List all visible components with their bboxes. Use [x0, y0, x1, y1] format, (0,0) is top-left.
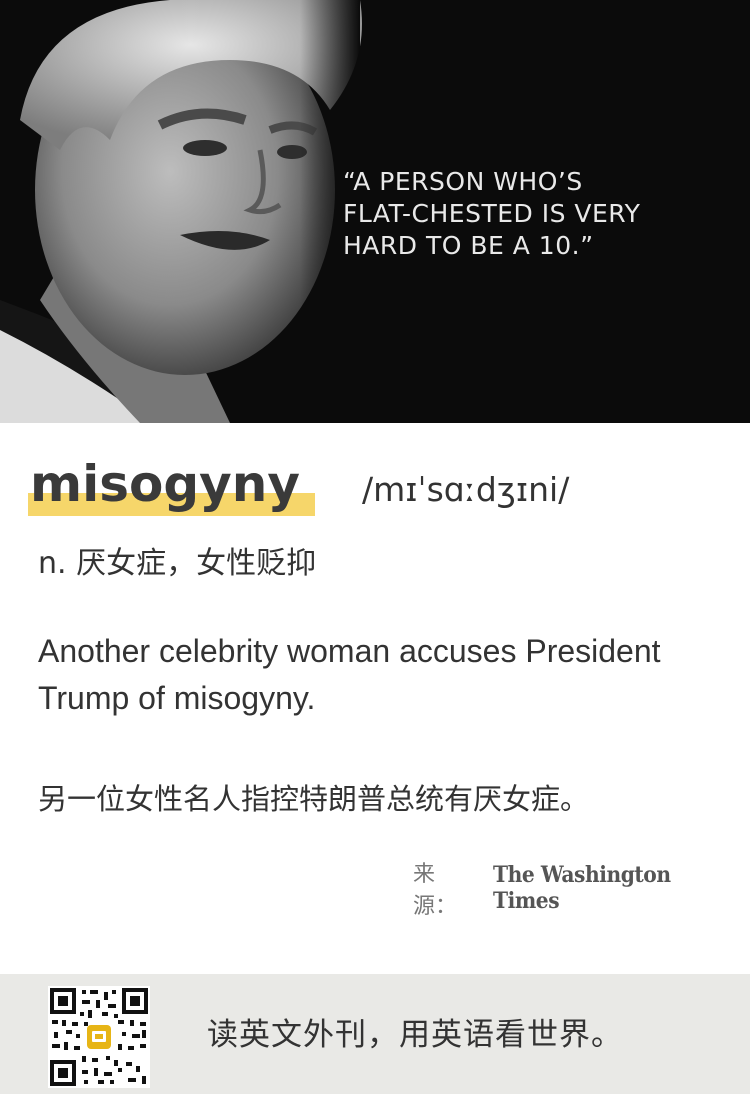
qr-code-icon[interactable] [48, 986, 150, 1088]
quote-text: “A PERSON WHO’S FLAT-CHESTED IS VERY HAR… [343, 167, 641, 260]
hero-image: “A PERSON WHO’S FLAT-CHESTED IS VERY HAR… [0, 0, 750, 423]
phonetic-transcription: /mɪˈsɑːdʒɪni/ [362, 470, 570, 509]
definition: n. 厌女症，女性贬抑 [38, 546, 317, 581]
footer-slogan: 读英文外刊，用英语看世界。 [207, 1017, 623, 1053]
publication-logo: The Washington Times [493, 862, 671, 914]
footer: 读英文外刊，用英语看世界。 [0, 974, 750, 1094]
source-attribution: 来源： The Washington Times [413, 862, 750, 919]
example-sentence-zh: 另一位女性名人指控特朗普总统有厌女症。 [38, 782, 590, 816]
source-label: 来源： [413, 862, 458, 919]
example-sentence-en: Another celebrity woman accuses Presiden… [38, 633, 661, 716]
vocabulary-word: misogyny [30, 455, 300, 513]
